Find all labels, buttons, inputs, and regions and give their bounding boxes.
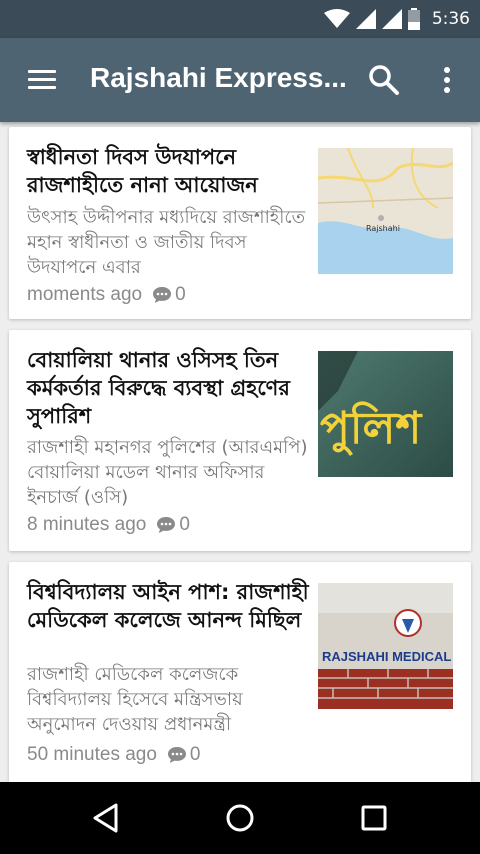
back-icon: [93, 803, 118, 833]
home-button[interactable]: [220, 798, 260, 838]
signal-icon: [381, 9, 402, 29]
status-time: 5:36: [431, 9, 470, 29]
article-time: 50 minutes ago: [27, 744, 157, 765]
article-card[interactable]: বোয়ালিয়া থানার ওসিসহ তিন কর্মকর্তার বি…: [9, 330, 471, 551]
article-card[interactable]: বিশ্ববিদ্যালয় আইন পাশ: রাজশাহী মেডিকেল …: [9, 562, 471, 787]
menu-button[interactable]: [22, 64, 62, 96]
search-icon: [369, 65, 399, 95]
comment-count: 0: [189, 744, 201, 765]
battery-icon: [407, 8, 420, 30]
article-meta: 8 minutes ago 0: [27, 514, 190, 536]
recents-button[interactable]: [354, 798, 394, 838]
article-card[interactable]: স্বাধীনতা দিবস উদযাপনে রাজশাহীতে নানা আয…: [9, 127, 471, 319]
comment-icon: [157, 517, 176, 533]
status-icons: 5:36: [323, 0, 470, 38]
signal-icon: [355, 9, 376, 29]
map-label: Rajshahi: [366, 224, 400, 233]
comment-icon: [167, 747, 186, 763]
college-sign-text: RAJSHAHI MEDICAL COL: [322, 649, 453, 664]
article-meta: 50 minutes ago 0: [27, 744, 201, 766]
comment-count: 0: [175, 284, 186, 305]
home-icon: [226, 804, 254, 832]
article-meta: moments ago 0: [27, 284, 186, 306]
recents-icon: [361, 805, 387, 831]
article-summary: রাজশাহী মেডিকেল কলেজকে বিশ্ববিদ্যালয় হি…: [27, 664, 243, 735]
back-button[interactable]: [86, 798, 126, 838]
article-title[interactable]: বিশ্ববিদ্যালয় আইন পাশ: রাজশাহী মেডিকেল …: [27, 578, 317, 634]
article-time: moments ago: [27, 284, 143, 305]
more-options-button[interactable]: [432, 64, 462, 96]
article-summary: উৎসাহ উদ্দীপনার মধ্যদিয়ে রাজশাহীতে মহান…: [27, 207, 306, 278]
comment-icon: [153, 287, 172, 303]
comment-count: 0: [179, 514, 190, 535]
article-title[interactable]: স্বাধীনতা দিবস উদযাপনে রাজশাহীতে নানা আয…: [27, 143, 317, 199]
wifi-icon: [323, 9, 350, 28]
app-bar: Rajshahi Express...: [0, 38, 480, 122]
map-image: Rajshahi: [318, 148, 453, 274]
article-thumbnail[interactable]: Rajshahi: [318, 148, 453, 274]
medical-college-image: RAJSHAHI MEDICAL COL: [318, 583, 453, 709]
uniform-text: পুলিশ: [320, 401, 423, 456]
police-uniform-image: পুলিশ: [318, 351, 453, 477]
search-button[interactable]: [366, 62, 402, 98]
article-title[interactable]: বোয়ালিয়া থানার ওসিসহ তিন কর্মকর্তার বি…: [27, 346, 317, 430]
article-thumbnail[interactable]: RAJSHAHI MEDICAL COL: [318, 583, 453, 709]
app-title: Rajshahi Express...: [90, 62, 347, 93]
navigation-bar: [0, 782, 480, 854]
article-time: 8 minutes ago: [27, 514, 147, 535]
article-thumbnail[interactable]: পুলিশ: [318, 351, 453, 477]
article-summary: রাজশাহী মহানগর পুলিশের (আরএমপি) বোয়ালিয…: [27, 437, 308, 508]
status-bar: 5:36: [0, 0, 480, 38]
